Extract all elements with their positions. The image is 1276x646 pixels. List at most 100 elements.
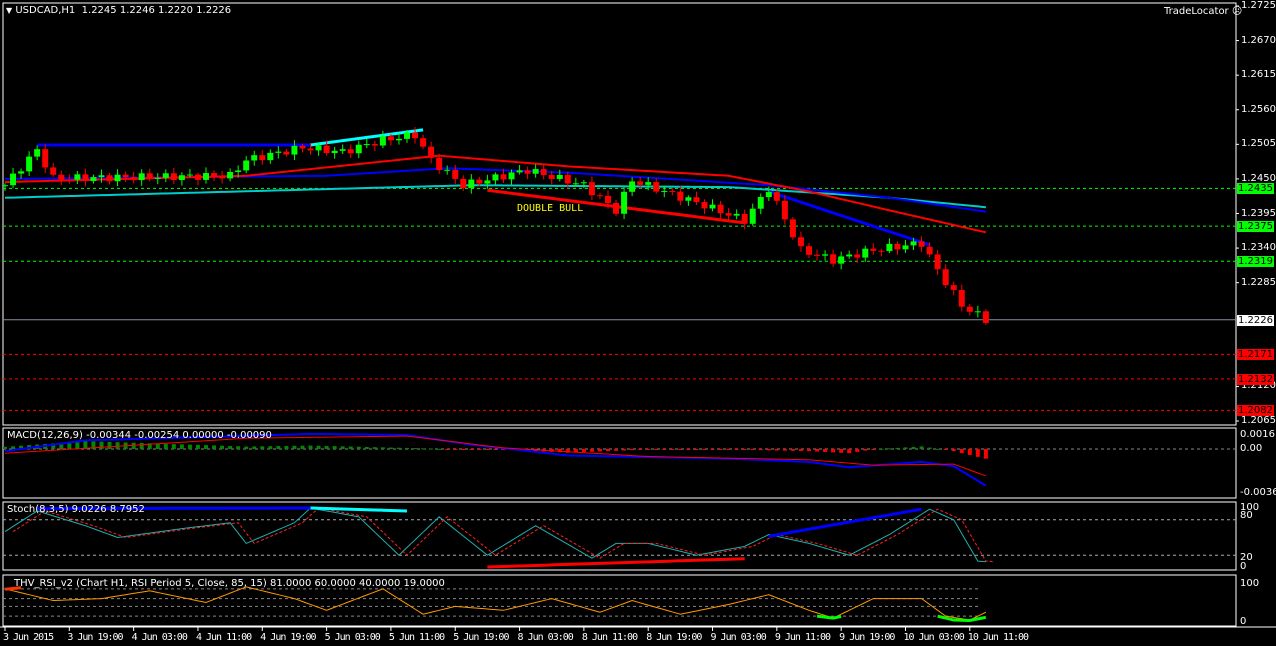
bear-candle <box>918 241 925 247</box>
macd-histogram-bar <box>380 447 385 449</box>
macd-histogram-bar <box>348 446 353 449</box>
rsi-oversold-mark <box>816 614 842 620</box>
bear-candle <box>878 250 885 252</box>
macd-histogram-bar <box>421 448 426 450</box>
bear-candle <box>387 136 394 141</box>
macd-axis-zero: 0.00 <box>1240 443 1263 454</box>
macd-histogram-bar <box>139 443 144 449</box>
macd-histogram-bar <box>927 447 932 449</box>
bull-candle <box>114 174 121 182</box>
bear-candle <box>701 202 708 209</box>
tradelocator-badge[interactable]: TradeLocator ☹ <box>1164 6 1242 18</box>
bear-candle <box>299 145 306 149</box>
bear-candle <box>524 170 531 174</box>
macd-histogram-bar <box>212 445 217 449</box>
bull-candle <box>822 254 829 256</box>
bull-candle <box>508 172 515 180</box>
bull-candle <box>838 256 845 264</box>
bear-candle <box>613 203 620 214</box>
macd-histogram-bar <box>405 447 409 449</box>
time-axis-label: 4 Jun 19:00 <box>260 632 316 643</box>
macd-histogram-bar <box>453 449 458 450</box>
macd-histogram-bar <box>983 449 988 459</box>
macd-histogram-bar <box>798 449 803 451</box>
macd-histogram-bar <box>943 449 948 450</box>
macd-signal-line <box>4 435 987 477</box>
macd-histogram-bar <box>260 446 265 449</box>
macd-histogram-bar <box>622 449 627 451</box>
bear-candle <box>637 181 644 185</box>
bull-candle <box>661 190 668 192</box>
time-axis-label: 4 Jun 03:00 <box>131 632 188 643</box>
bull-candle <box>186 174 193 176</box>
macd-histogram-bar <box>187 444 192 449</box>
macd-histogram-bar <box>268 446 273 449</box>
time-axis-label: 3 Jun 2015 <box>3 632 54 643</box>
bear-candle <box>725 213 732 216</box>
macd-histogram-bar <box>839 449 844 453</box>
rsi-axis-100: 100 <box>1240 578 1260 589</box>
time-axis-label: 4 Jun 11:00 <box>195 632 252 643</box>
macd-histogram-bar <box>807 449 811 452</box>
chart-canvas[interactable] <box>0 0 1276 646</box>
macd-histogram-bar <box>252 446 257 449</box>
bull-candle <box>34 149 41 157</box>
bear-candle <box>219 176 226 179</box>
bear-candle <box>942 269 949 286</box>
macd-histogram-bar <box>485 449 490 450</box>
macd-histogram-bar <box>766 449 771 451</box>
stoch-signal-line <box>12 507 994 563</box>
bear-candle <box>588 182 595 196</box>
time-axis-label: 8 Jun 03:00 <box>517 632 574 643</box>
bull-candle <box>709 204 716 209</box>
macd-histogram-bar <box>292 445 297 449</box>
macd-histogram-bar <box>847 449 852 454</box>
bear-candle <box>371 144 378 146</box>
macd-histogram-bar <box>163 443 168 449</box>
bull-candle <box>178 175 185 181</box>
macd-histogram-bar <box>975 449 980 457</box>
macd-histogram-bar <box>670 449 675 450</box>
macd-histogram-bar <box>324 445 329 449</box>
macd-histogram-bar <box>204 445 208 449</box>
level-tag-red: 1.2171 <box>1237 349 1274 361</box>
bear-candle <box>323 145 330 154</box>
bear-candle <box>564 174 571 184</box>
macd-main-line <box>4 432 987 487</box>
price-axis-label: 1.2505 <box>1241 138 1276 150</box>
time-axis-label: 8 Jun 19:00 <box>646 632 702 643</box>
bull-candle <box>580 182 587 184</box>
macd-histogram-bar <box>308 445 313 449</box>
bear-candle <box>669 190 676 192</box>
macd-histogram-bar <box>614 449 619 451</box>
macd-histogram-bar <box>300 445 305 449</box>
macd-histogram-bar <box>11 446 16 449</box>
macd-histogram-bar <box>863 449 868 451</box>
bear-candle <box>934 254 941 270</box>
macd-histogram-bar <box>702 449 707 450</box>
level-tag-current: 1.2226 <box>1237 314 1274 326</box>
bear-candle <box>773 192 780 201</box>
macd-histogram-bar <box>951 449 956 452</box>
bear-candle <box>122 174 129 178</box>
macd-histogram-bar <box>790 449 795 451</box>
macd-histogram-bar <box>662 449 667 450</box>
bear-candle <box>452 169 459 179</box>
symbol-dropdown[interactable]: ▼ USDCAD,H1 1.2245 1.2246 1.2220 1.2226 <box>6 5 231 17</box>
bear-candle <box>283 151 290 155</box>
bull-candle <box>765 192 772 198</box>
bull-candle <box>18 171 25 174</box>
macd-histogram-bar <box>244 446 249 449</box>
macd-histogram-bar <box>115 442 120 449</box>
bull-candle <box>645 182 652 185</box>
bull-candle <box>243 160 250 171</box>
bull-candle <box>846 254 853 257</box>
macd-histogram-bar <box>228 445 233 449</box>
bear-candle <box>211 173 218 177</box>
bear-candle <box>428 146 435 158</box>
macd-histogram-bar <box>742 449 747 450</box>
level-tag-green: 1.2319 <box>1237 256 1274 268</box>
bull-candle <box>355 144 362 154</box>
macd-histogram-bar <box>967 449 972 455</box>
stoch-trendline <box>487 557 745 569</box>
